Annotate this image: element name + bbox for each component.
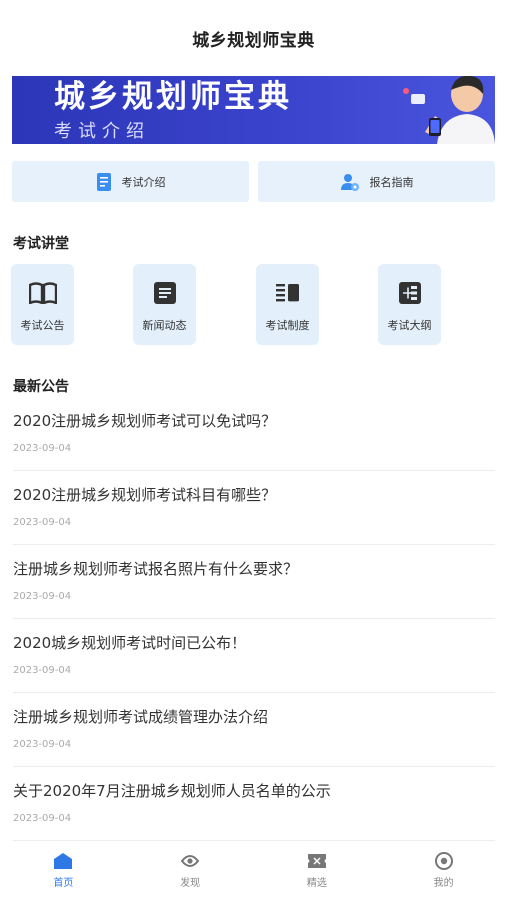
news-list: 2020注册城乡规划师考试可以免试吗？ 2023-09-04 2020注册城乡规… [13,397,495,841]
exam-intro-button[interactable]: 考试介绍 [12,161,249,202]
lecture-item-outline[interactable]: 考试大纲 [378,264,441,345]
list-icon [275,284,299,302]
profile-icon [434,852,453,870]
news-item[interactable]: 2020注册城乡规划师考试可以免试吗？ 2023-09-04 [13,397,495,471]
app-header: 城乡规划师宝典 [0,0,507,76]
news-date: 2023-09-04 [13,443,72,454]
registration-guide-label: 报名指南 [369,175,414,189]
banner-subtitle: 考试介绍 [54,121,150,142]
news-title: 注册城乡规划师考试成绩管理办法介绍 [13,708,269,726]
lecture-section-title: 考试讲堂 [13,236,69,252]
news-date: 2023-09-04 [13,813,72,824]
person-with-phone-illustration [403,76,495,144]
page-title: 城乡规划师宝典 [192,30,315,51]
news-item[interactable]: 2020城乡规划师考试时间已公布！ 2023-09-04 [13,619,495,693]
eye-icon [181,855,200,867]
exam-intro-label: 考试介绍 [121,175,166,189]
quick-links: 考试介绍 报名指南 [12,161,495,202]
tab-home[interactable]: 首页 [0,844,127,900]
tab-label: 精选 [306,878,327,889]
news-title: 2020注册城乡规划师考试可以免试吗？ [13,412,277,430]
news-item[interactable]: 关于2020年7月注册城乡规划师人员名单的公示 2023-09-04 [13,767,495,841]
news-title: 2020城乡规划师考试时间已公布！ [13,634,247,652]
lecture-item-news[interactable]: 新闻动态 [133,264,196,345]
news-title: 关于2020年7月注册城乡规划师人员名单的公示 [13,782,331,800]
tab-profile[interactable]: 我的 [380,844,507,900]
news-item[interactable]: 2020注册城乡规划师考试科目有哪些？ 2023-09-04 [13,471,495,545]
document-icon [96,172,111,191]
news-date: 2023-09-04 [13,517,72,528]
tab-label: 我的 [433,878,454,889]
lecture-label: 考试大纲 [387,319,432,332]
book-icon [28,282,57,304]
outline-icon [398,282,421,304]
news-date: 2023-09-04 [13,591,72,602]
news-date: 2023-09-04 [13,665,72,676]
news-section-title: 最新公告 [13,379,69,395]
hero-banner[interactable]: 城乡规划师宝典 考试介绍 [12,76,495,144]
news-item[interactable]: 注册城乡规划师考试报名照片有什么要求？ 2023-09-04 [13,545,495,619]
lecture-item-system[interactable]: 考试制度 [256,264,319,345]
lecture-label: 考试公告 [20,319,65,332]
lecture-label: 新闻动态 [142,319,187,332]
lecture-label: 考试制度 [265,319,310,332]
home-icon [54,853,73,869]
banner-title: 城乡规划师宝典 [54,79,292,115]
user-gear-icon [340,173,359,191]
ticket-icon [307,854,326,868]
tab-discover[interactable]: 发现 [127,844,254,900]
news-title: 注册城乡规划师考试报名照片有什么要求？ [13,560,299,578]
lecture-item-announcement[interactable]: 考试公告 [11,264,74,345]
tab-label: 发现 [180,878,201,889]
news-date: 2023-09-04 [13,739,72,750]
tab-label: 首页 [53,878,74,889]
registration-guide-button[interactable]: 报名指南 [258,161,495,202]
news-icon [153,282,176,304]
lecture-grid: 考试公告 新闻动态 考试制度 考试大纲 [11,264,495,346]
bottom-tab-bar: 首页 发现 精选 我的 [0,844,507,900]
news-title: 2020注册城乡规划师考试科目有哪些？ [13,486,277,504]
tab-featured[interactable]: 精选 [254,844,381,900]
news-item[interactable]: 注册城乡规划师考试成绩管理办法介绍 2023-09-04 [13,693,495,767]
